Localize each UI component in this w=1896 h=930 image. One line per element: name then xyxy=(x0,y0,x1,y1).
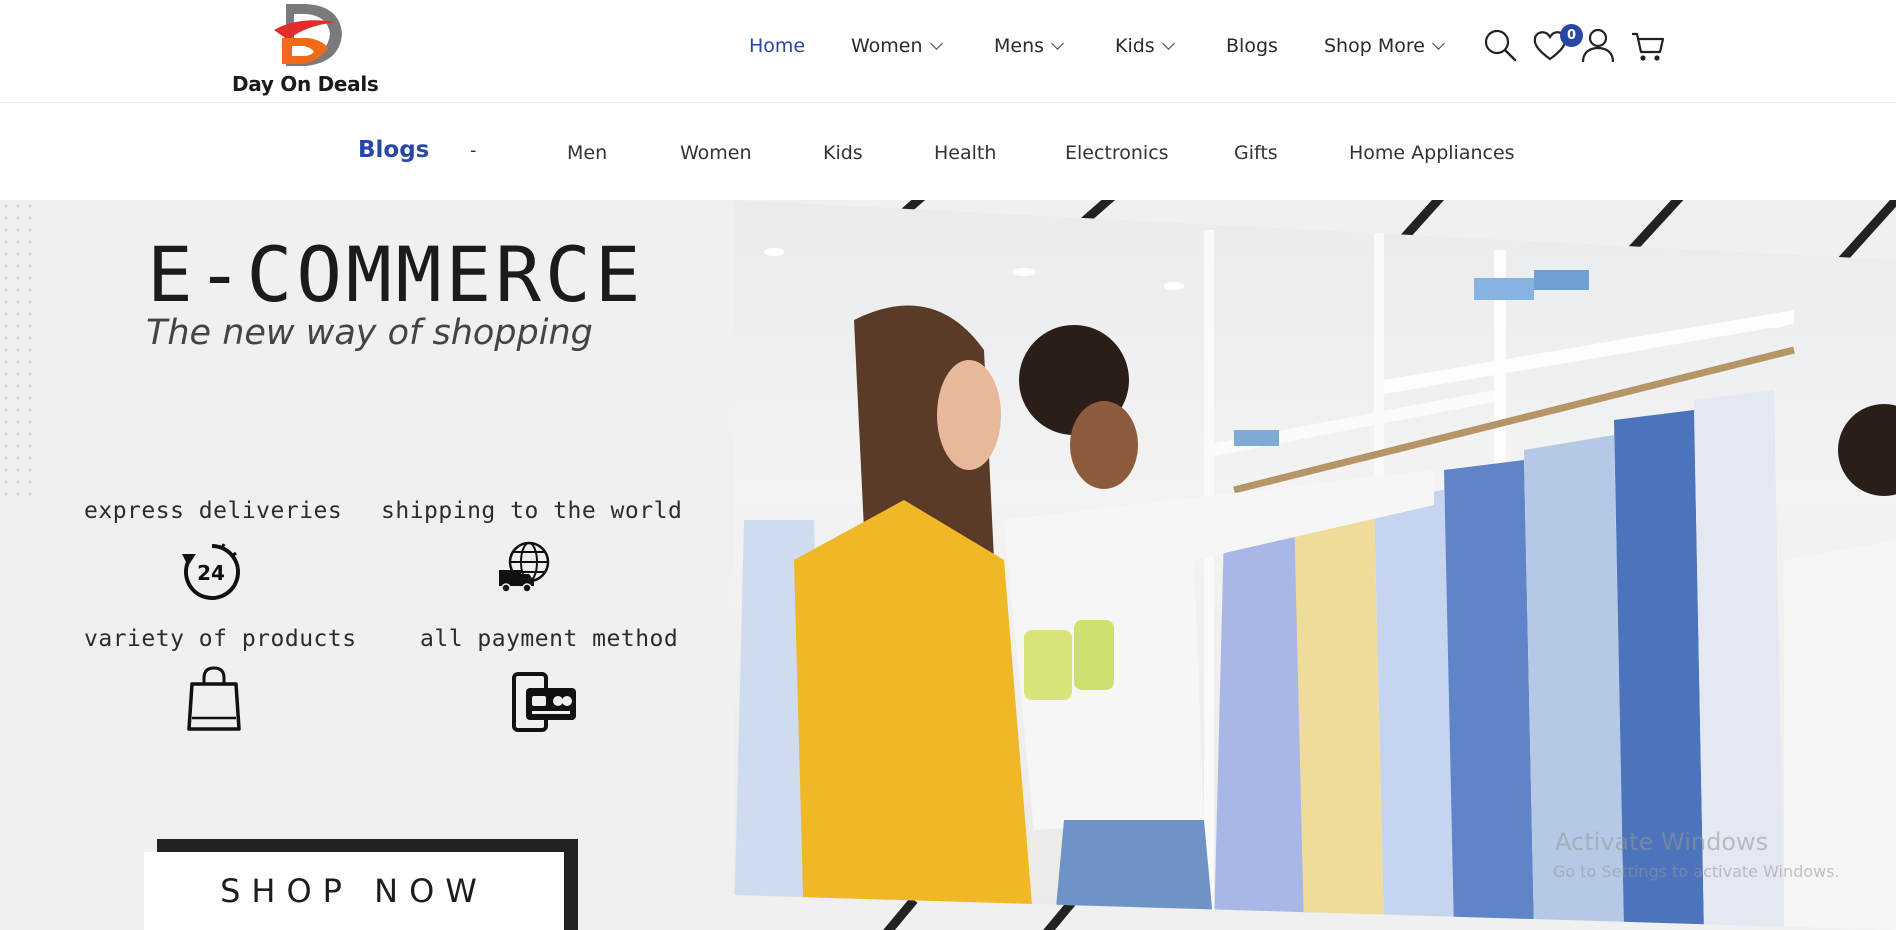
nav-shop-more[interactable]: Shop More xyxy=(1324,33,1445,59)
sub-nav-men[interactable]: Men xyxy=(567,142,607,164)
hero-banner: E-COMMERCE The new way of shopping expre… xyxy=(0,200,1896,930)
sub-nav-electronics[interactable]: Electronics xyxy=(1065,142,1169,164)
hero-photo-area xyxy=(734,200,1896,930)
feature-express-deliveries: express deliveries xyxy=(84,498,343,524)
chevron-down-icon xyxy=(929,37,943,50)
nav-women-label: Women xyxy=(851,35,923,57)
search-icon[interactable] xyxy=(1481,26,1519,64)
sub-nav-women[interactable]: Women xyxy=(680,142,752,164)
globe-delivery-truck-icon xyxy=(497,540,553,600)
nav-women[interactable]: Women xyxy=(851,33,943,59)
24-hour-clock-icon: 24 xyxy=(178,540,244,608)
shopping-cart-icon[interactable] xyxy=(1629,26,1667,64)
hero-subtitle: The new way of shopping xyxy=(146,313,593,353)
feature-payment-methods: all payment method xyxy=(420,626,679,652)
nav-mens-label: Mens xyxy=(994,35,1045,57)
feature-shipping-world: shipping to the world xyxy=(381,498,683,524)
nav-kids-label: Kids xyxy=(1115,35,1155,57)
nav-kids[interactable]: Kids xyxy=(1115,33,1175,59)
sub-nav-title[interactable]: Blogs xyxy=(358,137,429,163)
logo-mark-icon xyxy=(274,4,342,66)
hero-title: E-COMMERCE xyxy=(147,230,645,319)
top-header: Day On Deals Home Women Mens Kids Blogs … xyxy=(0,0,1896,103)
svg-text:24: 24 xyxy=(197,561,225,585)
chevron-down-icon xyxy=(1432,37,1445,50)
brand-name: Day On Deals xyxy=(232,72,379,96)
feature-variety-products: variety of products xyxy=(84,626,357,652)
nav-shop-more-label: Shop More xyxy=(1324,35,1425,57)
payment-card-icon xyxy=(512,670,578,736)
brand-logo[interactable]: Day On Deals xyxy=(226,0,379,100)
nav-home[interactable]: Home xyxy=(749,33,805,59)
shop-now-button[interactable]: SHOP NOW xyxy=(144,852,564,930)
sub-nav-kids[interactable]: Kids xyxy=(823,142,863,164)
sub-nav-gifts[interactable]: Gifts xyxy=(1234,142,1278,164)
sub-nav-health[interactable]: Health xyxy=(934,142,996,164)
chevron-down-icon xyxy=(1051,37,1064,50)
nav-blogs[interactable]: Blogs xyxy=(1226,33,1278,59)
windows-watermark-title: Activate Windows xyxy=(1555,828,1769,856)
windows-watermark-hint: Go to Settings to activate Windows. xyxy=(1553,862,1840,881)
store-photo xyxy=(734,200,1896,930)
chevron-down-icon xyxy=(1161,37,1175,50)
shopping-bag-icon xyxy=(186,666,242,736)
nav-mens[interactable]: Mens xyxy=(994,33,1064,59)
blog-category-nav: Blogs - Men Women Kids Health Electronic… xyxy=(0,104,1896,199)
dot-pattern xyxy=(0,200,40,500)
sub-nav-separator: - xyxy=(470,140,477,161)
sub-nav-home-appliances[interactable]: Home Appliances xyxy=(1349,142,1515,164)
user-account-icon[interactable] xyxy=(1579,26,1617,64)
